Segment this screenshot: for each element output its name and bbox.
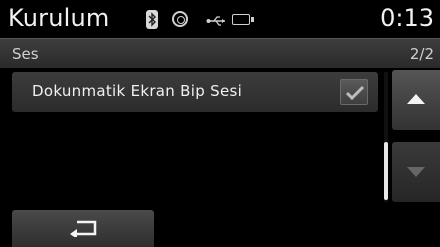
status-bar: Kurulum 0:13 [0, 0, 440, 38]
app-title: Kurulum [8, 4, 110, 32]
checkbox[interactable] [340, 79, 368, 105]
arrow-down-icon [407, 167, 425, 177]
scrollbar[interactable] [384, 72, 388, 202]
scroll-up-button[interactable] [392, 70, 440, 130]
scroll-down-button[interactable] [392, 142, 440, 202]
clock: 0:13 [380, 4, 434, 32]
arrow-up-icon [407, 94, 425, 104]
battery-icon [232, 14, 254, 25]
list-item-label: Dokunmatik Ekran Bip Sesi [32, 82, 243, 100]
list-item[interactable]: Dokunmatik Ekran Bip Sesi [12, 72, 378, 112]
page-indicator: 2/2 [409, 45, 434, 63]
bluetooth-icon [146, 10, 158, 29]
back-button[interactable] [12, 210, 154, 247]
section-title: Ses [12, 45, 39, 63]
scrollbar-thumb[interactable] [384, 142, 388, 200]
disc-icon [172, 11, 188, 27]
usb-icon [206, 12, 226, 31]
subheader: Ses 2/2 [0, 38, 440, 68]
settings-list: Dokunmatik Ekran Bip Sesi [0, 68, 386, 208]
